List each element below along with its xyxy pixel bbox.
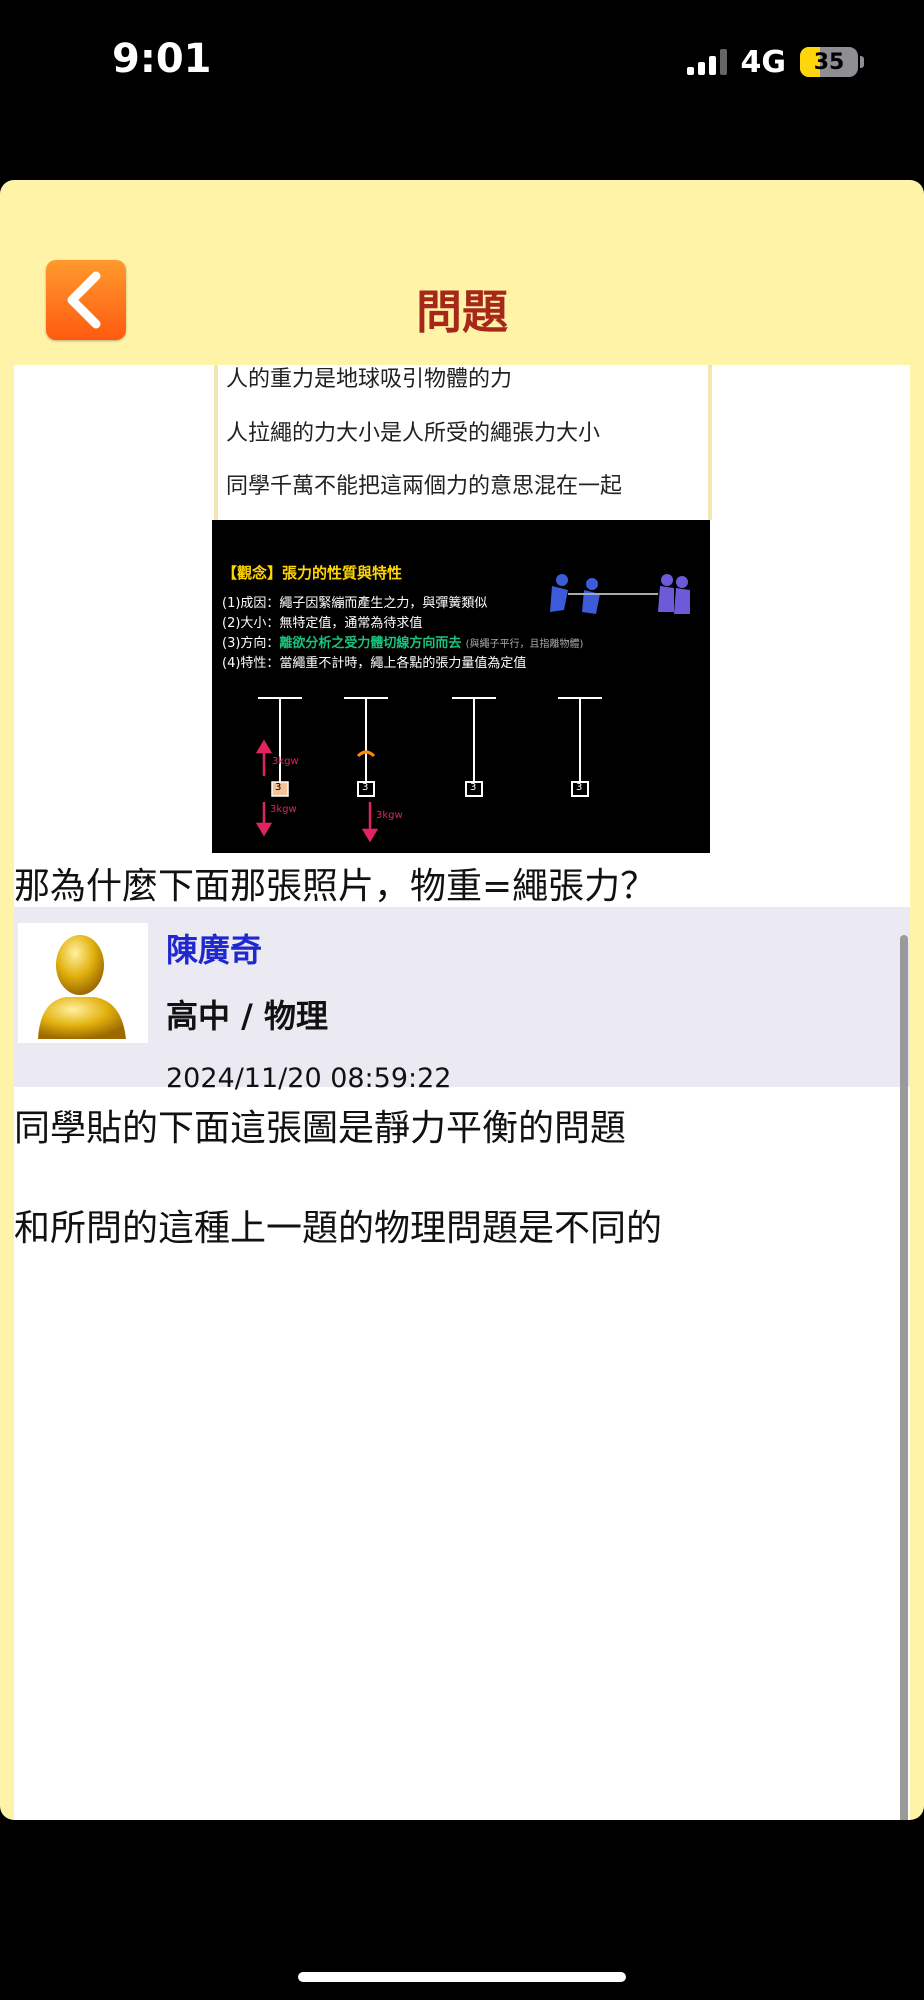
block-label: 3 (576, 782, 583, 793)
note-line: 同學千萬不能把這兩個力的意思混在一起 (226, 474, 623, 499)
home-indicator[interactable] (298, 1972, 626, 1982)
cellular-signal-icon (686, 49, 727, 75)
page-title: 問題 (416, 285, 508, 339)
status-indicators: 4G 35 (686, 44, 864, 80)
note-line: 人的重力是地球吸引物體的力 (226, 367, 513, 392)
avatar[interactable] (18, 923, 148, 1043)
app-window: 問題 人的重力是地球吸引物體的力 人拉繩的力大小是人所受的繩張力大小 同學千萬不… (0, 180, 924, 1820)
author-category: 高中 / 物理 (166, 997, 328, 1035)
slide-heading-text: 【觀念】張力的性質與特性 (222, 564, 403, 582)
slide-line-direction: (3)方向：離欲分析之受力體切線方向而去 (與繩子平行，且指離物體) (222, 632, 583, 651)
force-label-up: 3kgw (272, 756, 299, 767)
question-slide-image: 【觀念】張力的性質與特性 (1)成因：繩子因緊繃而產生之力，與彈簧類似 (2)大… (212, 520, 710, 853)
answer-line: 和所問的這種上一題的物理問題是不同的 (14, 1208, 663, 1249)
slide-line: (2)大小：無特定值，通常為待求值 (222, 616, 423, 631)
slide-direction-note: (與繩子平行，且指離物體) (465, 639, 584, 650)
hanging-systems (258, 697, 602, 797)
battery-cap (860, 56, 864, 68)
block-label: 3 (470, 782, 477, 793)
scrollbar[interactable] (900, 935, 908, 1820)
network-type: 4G (740, 44, 787, 80)
slide-line-label: (3)方向： (222, 636, 280, 651)
post-timestamp: 2024/11/20 08:59:22 (166, 1063, 452, 1094)
question-text: 那為什麼下面那張照片，物重=繩張力？ (14, 866, 657, 907)
content-area[interactable]: 人的重力是地球吸引物體的力 人拉繩的力大小是人所受的繩張力大小 同學千萬不能把這… (14, 365, 910, 1820)
slide-line: (1)成因：繩子因緊繃而產生之力，與彈簧類似 (222, 596, 488, 611)
note-line: 人拉繩的力大小是人所受的繩張力大小 (226, 421, 601, 446)
user-silhouette-icon (38, 935, 126, 1039)
question-note-image: 人的重力是地球吸引物體的力 人拉繩的力大小是人所受的繩張力大小 同學千萬不能把這… (214, 365, 712, 520)
battery-level: 35 (813, 49, 845, 75)
status-bar: 9:01 4G 35 (0, 0, 924, 130)
tug-of-war-figures (550, 574, 690, 614)
answer-line: 同學貼的下面這張圖是靜力平衡的問題 (14, 1108, 627, 1149)
answer-header: 陳廣奇 高中 / 物理 2024/11/20 08:59:22 (14, 907, 910, 1094)
block-label: 3 (362, 782, 369, 793)
slide-heading: 【觀念】張力的性質與特性 (222, 562, 402, 583)
slide-line: (4)特性：當繩重不計時，繩上各點的張力量值為定值 (222, 656, 527, 671)
force-label-down-2: 3kgw (376, 810, 403, 821)
slide-direction-highlight: 離欲分析之受力體切線方向而去 (279, 636, 462, 651)
force-label-down: 3kgw (270, 804, 297, 815)
status-time: 9:01 (112, 36, 212, 82)
battery-icon: 35 (800, 47, 858, 77)
block-label: 3 (275, 782, 282, 793)
app-header: 問題 (0, 180, 924, 365)
author-name[interactable]: 陳廣奇 (166, 925, 262, 971)
